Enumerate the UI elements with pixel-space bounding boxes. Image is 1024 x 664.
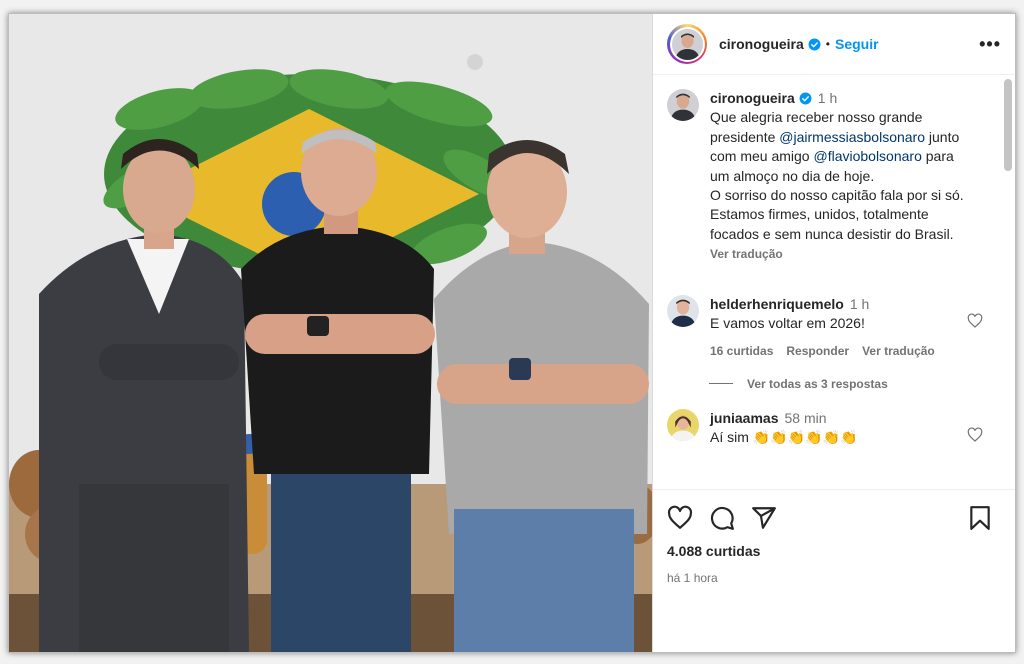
comment-text: Aí sim 👏👏👏👏👏👏 [710,428,858,445]
caption: cironogueira 1 h Que alegria receber noss… [667,89,1001,265]
view-replies-button[interactable]: Ver todas as 3 respostas [709,377,1001,391]
comments-scroll-area[interactable]: cironogueira 1 h Que alegria receber noss… [653,75,1015,489]
comment-username[interactable]: helderhenriquemelo [710,296,844,312]
verified-icon [808,38,821,50]
caption-author-avatar[interactable] [667,89,699,121]
replies-divider [709,383,733,385]
post-actions-area: 4.088 curtidas há 1 hora [653,489,1015,652]
comment-likes[interactable]: 16 curtidas [710,342,773,361]
comment-body: juniaamas 58 min Aí sim 👏👏👏👏👏👏 [710,409,1001,447]
caption-body: cironogueira 1 h Que alegria receber noss… [710,89,970,265]
action-bar [667,490,1001,546]
caption-line-4: O sorriso do nosso capitão fala por si s… [710,187,964,242]
comment-username[interactable]: juniaamas [710,410,778,426]
comment-like-heart-icon[interactable] [967,313,983,329]
photo-illustration [9,14,652,652]
post-side-panel: cironogueira • Seguir ••• cironogueira 1… [652,14,1015,652]
commenter-avatar[interactable] [667,294,699,327]
avatar-inner [669,26,705,62]
caption-time: 1 h [817,90,838,106]
author-avatar[interactable] [667,24,707,64]
mention-jairmessiasbolsonaro[interactable]: @jairmessiasbolsonaro [779,129,925,145]
caption-text: Que alegria receber nosso grande preside… [710,108,970,186]
more-options-icon[interactable]: ••• [979,34,1001,55]
header-separator: • [825,37,830,51]
comment-item: juniaamas 58 min Aí sim 👏👏👏👏👏👏 [667,408,1001,447]
comment-time: 1 h [849,295,870,312]
instagram-post-window: cironogueira • Seguir ••• cironogueira 1… [8,13,1016,653]
posted-time[interactable]: há 1 hora [667,571,1001,585]
caption-translate-link[interactable]: Ver tradução [710,245,970,264]
post-photo[interactable] [9,14,652,652]
comment-text: E vamos voltar em 2026! [710,314,865,331]
heart-icon[interactable] [667,505,693,531]
follow-button[interactable]: Seguir [835,36,879,52]
comment-body: helderhenriquemelo 1 h E vamos voltar em … [710,295,1001,361]
caption-username[interactable]: cironogueira [710,90,795,106]
mention-flaviobolsonaro[interactable]: @flaviobolsonaro [813,148,921,164]
share-icon[interactable] [751,505,777,531]
verified-icon [799,92,812,105]
view-replies-label: Ver todas as 3 respostas [747,376,888,391]
avatar-image [671,28,703,60]
comment-time: 58 min [784,409,827,426]
commenter-avatar[interactable] [667,408,699,441]
comment-item: helderhenriquemelo 1 h E vamos voltar em … [667,294,1001,361]
scrollbar-thumb[interactable] [1004,79,1012,171]
header-username[interactable]: cironogueira [719,36,804,52]
comment-translate-link[interactable]: Ver tradução [862,342,935,361]
likes-count[interactable]: 4.088 curtidas [667,543,1001,559]
comment-icon[interactable] [709,505,735,531]
comment-meta: 16 curtidas Responder Ver tradução [710,342,1001,361]
bookmark-icon[interactable] [967,505,993,531]
reply-button[interactable]: Responder [786,342,849,361]
post-header: cironogueira • Seguir ••• [653,14,1015,75]
comment-like-heart-icon[interactable] [967,427,983,443]
